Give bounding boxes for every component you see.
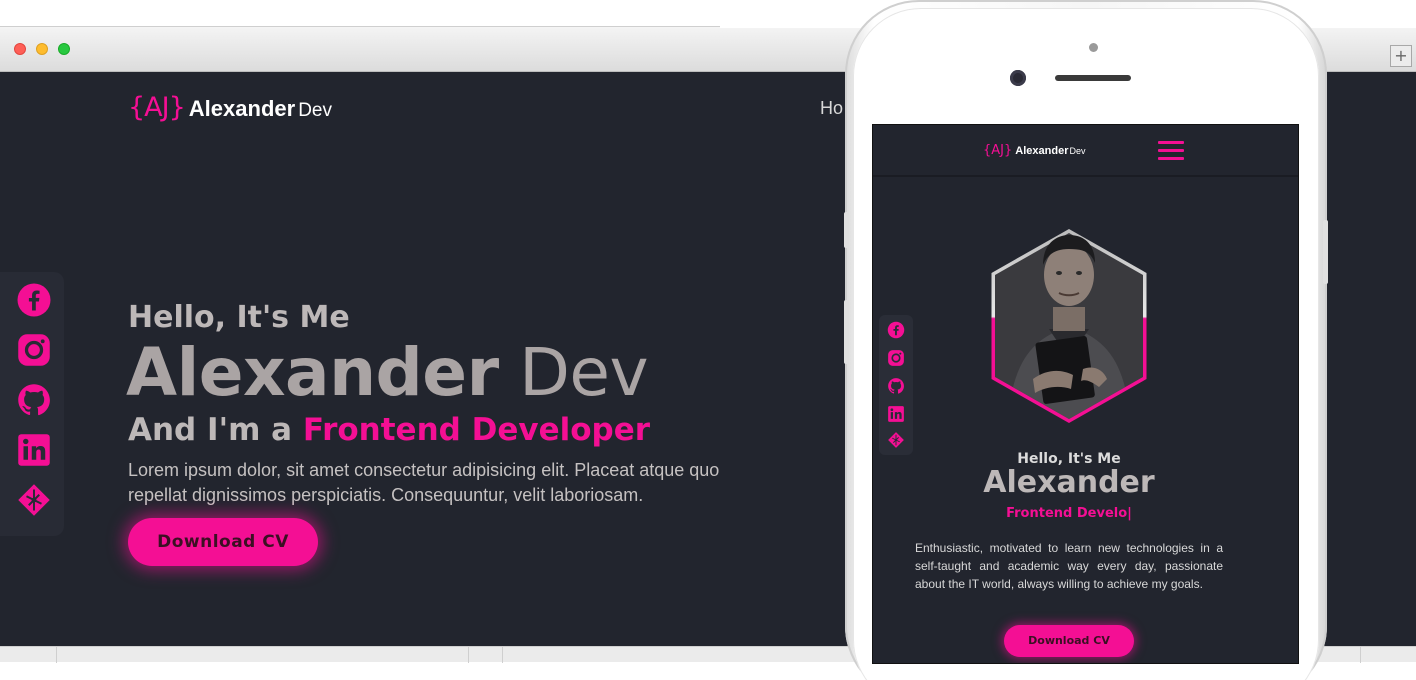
logo-mark: {AJ} (128, 92, 186, 123)
hero-name-last: Dev (519, 334, 649, 411)
hero-role-highlight: Frontend Developer (302, 412, 651, 448)
mobile-description: Enthusiastic, motivated to learn new tec… (915, 541, 1223, 591)
mobile-download-cv-button[interactable]: Download CV (1004, 625, 1134, 657)
social-rail (0, 272, 64, 536)
linkedin-icon[interactable] (887, 405, 905, 423)
hero-greeting: Hello, It's Me (128, 300, 350, 335)
new-tab-button[interactable]: + (1390, 45, 1412, 67)
phone-sensor (1089, 43, 1098, 52)
phone-volume-button (844, 300, 849, 364)
netlify-icon[interactable] (16, 482, 52, 518)
mobile-site: {AJ} Alexander Dev Hello, It's Me Alexan… (872, 124, 1299, 664)
minimize-window-button[interactable] (36, 43, 48, 55)
phone-speaker (1055, 75, 1131, 81)
phone-mute-switch (844, 212, 849, 248)
close-window-button[interactable] (14, 43, 26, 55)
facebook-icon[interactable] (16, 282, 52, 318)
maximize-window-button[interactable] (58, 43, 70, 55)
hero-name-first: Alexander (126, 334, 499, 411)
github-icon[interactable] (16, 382, 52, 418)
hero-description: Lorem ipsum dolor, sit amet consectetur … (128, 460, 720, 505)
logo-suffix: Dev (298, 100, 332, 121)
profile-photo (991, 228, 1147, 424)
mobile-logo-mark: {AJ} (983, 143, 1013, 158)
hamburger-menu-icon[interactable] (1158, 141, 1186, 161)
hero-role-prefix: And I'm a (128, 412, 293, 448)
mobile-social-rail (879, 315, 913, 455)
mobile-logo[interactable]: {AJ} Alexander Dev (983, 143, 1086, 158)
download-cv-button[interactable]: Download CV (128, 518, 318, 566)
site-logo[interactable]: {AJ} Alexander Dev (128, 92, 332, 123)
mobile-logo-name: Alexander (1015, 145, 1069, 157)
mobile-role-typing: Frontend Develo| (1006, 506, 1132, 521)
nav-link-home[interactable]: Ho (820, 98, 843, 119)
phone-power-button (1323, 220, 1328, 284)
hero-name: Alexander Dev (126, 334, 649, 411)
logo-name: Alexander (188, 96, 296, 121)
mobile-header: {AJ} Alexander Dev (873, 125, 1298, 177)
instagram-icon[interactable] (887, 349, 905, 367)
mockup-stage: + {AJ} Alexander Dev Ho Hello, It's Me A… (0, 0, 1416, 680)
netlify-icon[interactable] (887, 431, 905, 449)
mobile-name: Alexander (983, 465, 1155, 500)
instagram-icon[interactable] (16, 332, 52, 368)
linkedin-icon[interactable] (16, 432, 52, 468)
hero-role: And I'm a Frontend Developer (128, 412, 650, 448)
phone-camera (1010, 70, 1026, 86)
github-icon[interactable] (887, 377, 905, 395)
mobile-logo-suffix: Dev (1069, 146, 1086, 156)
facebook-icon[interactable] (887, 321, 905, 339)
